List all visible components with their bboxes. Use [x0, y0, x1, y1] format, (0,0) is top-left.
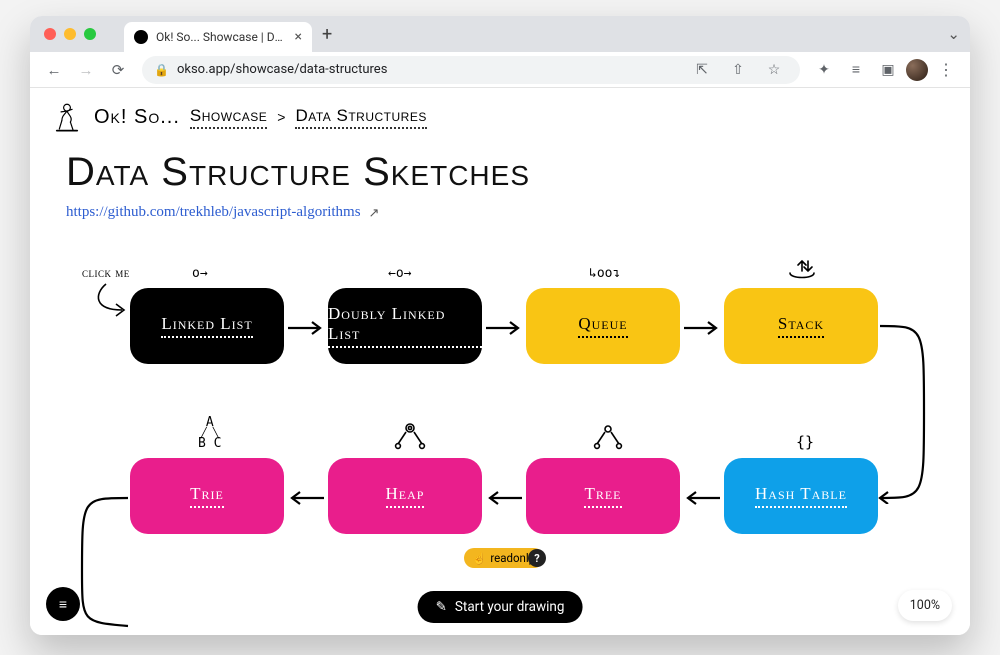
reload-button[interactable]: ⟳ — [104, 56, 132, 84]
node-hash-table[interactable]: Hash Table — [724, 458, 878, 534]
click-me-arrow — [88, 280, 136, 320]
url-text: okso.app/showcase/data-structures — [177, 62, 680, 77]
pencil-icon: ✎ — [436, 599, 447, 615]
trie-mini-icon: A ╱ ╲ B C — [198, 418, 221, 449]
share-icon[interactable]: ⇧ — [724, 56, 752, 84]
node-queue[interactable]: Queue — [526, 288, 680, 364]
zoom-level[interactable]: 100% — [898, 590, 952, 621]
profile-avatar[interactable] — [906, 59, 928, 81]
help-button[interactable]: ? — [528, 549, 546, 567]
doubly-linked-list-mini-icon: ←o→ — [388, 266, 411, 281]
extensions-icon[interactable]: ✦ — [810, 56, 838, 84]
close-window-button[interactable] — [44, 28, 56, 40]
node-label: Doubly Linked List — [328, 304, 482, 348]
install-app-icon[interactable]: ⇱ — [688, 56, 716, 84]
node-label: Trie — [190, 484, 224, 508]
arrow-doubly-to-queue — [484, 316, 524, 340]
node-tree[interactable]: Tree — [526, 458, 680, 534]
arrow-linked-to-doubly — [286, 316, 326, 340]
browser-tab-strip: Ok! So... Showcase | Data Stru × + ⌄ — [30, 16, 970, 52]
tab-favicon — [134, 30, 148, 44]
linked-list-mini-icon: o→ — [192, 266, 208, 281]
maximize-window-button[interactable] — [84, 28, 96, 40]
queue-mini-icon: ↳oo↴ — [589, 266, 620, 281]
tree-mini-icon — [592, 424, 624, 450]
lock-icon: 🔒 — [154, 63, 169, 77]
heap-mini-icon — [394, 422, 426, 450]
node-trie[interactable]: Trie — [130, 458, 284, 534]
node-doubly-linked-list[interactable]: Doubly Linked List — [328, 288, 482, 364]
hand-icon: ☝ — [472, 551, 486, 565]
traffic-lights — [44, 28, 96, 40]
arrow-hash-to-tree — [682, 486, 722, 510]
tabs-overflow-button[interactable]: ⌄ — [947, 25, 960, 43]
new-tab-button[interactable]: + — [322, 24, 332, 45]
hash-table-mini-icon: {} — [796, 433, 814, 451]
browser-menu-button[interactable]: ⋮ — [932, 56, 960, 84]
page-content: Ok! So... Showcase > Data Structures Dat… — [30, 88, 970, 635]
node-heap[interactable]: Heap — [328, 458, 482, 534]
arrow-stack-to-hash — [878, 320, 938, 504]
stack-mini-icon — [788, 257, 816, 281]
close-tab-button[interactable]: × — [295, 29, 302, 45]
arrow-queue-to-stack — [682, 316, 722, 340]
browser-tab[interactable]: Ok! So... Showcase | Data Stru × — [124, 22, 312, 52]
node-label: Heap — [386, 484, 425, 508]
arrow-heap-to-trie — [286, 486, 326, 510]
arrow-tree-to-heap — [484, 486, 524, 510]
side-panel-icon[interactable]: ▣ — [874, 56, 902, 84]
click-me-label: click me — [82, 265, 130, 281]
node-label: Hash Table — [755, 484, 847, 508]
forward-button[interactable]: → — [72, 56, 100, 84]
node-label: Stack — [778, 314, 824, 338]
canvas-menu-button[interactable]: ≡ — [46, 587, 80, 621]
node-label: Tree — [584, 484, 621, 508]
reading-list-icon[interactable]: ≡ — [842, 56, 870, 84]
start-button-label: Start your drawing — [455, 599, 565, 615]
node-linked-list[interactable]: Linked List — [130, 288, 284, 364]
node-stack[interactable]: Stack — [724, 288, 878, 364]
arrow-trie-down — [70, 492, 130, 632]
browser-toolbar: ← → ⟳ 🔒 okso.app/showcase/data-structure… — [30, 52, 970, 88]
address-bar[interactable]: 🔒 okso.app/showcase/data-structures ⇱ ⇧ … — [142, 56, 800, 84]
back-button[interactable]: ← — [40, 56, 68, 84]
minimize-window-button[interactable] — [64, 28, 76, 40]
tab-title: Ok! So... Showcase | Data Stru — [156, 30, 287, 44]
menu-icon: ≡ — [59, 596, 67, 613]
node-label: Queue — [578, 314, 627, 338]
node-label: Linked List — [161, 314, 252, 338]
bookmark-icon[interactable]: ☆ — [760, 56, 788, 84]
start-drawing-button[interactable]: ✎ Start your drawing — [418, 591, 583, 623]
